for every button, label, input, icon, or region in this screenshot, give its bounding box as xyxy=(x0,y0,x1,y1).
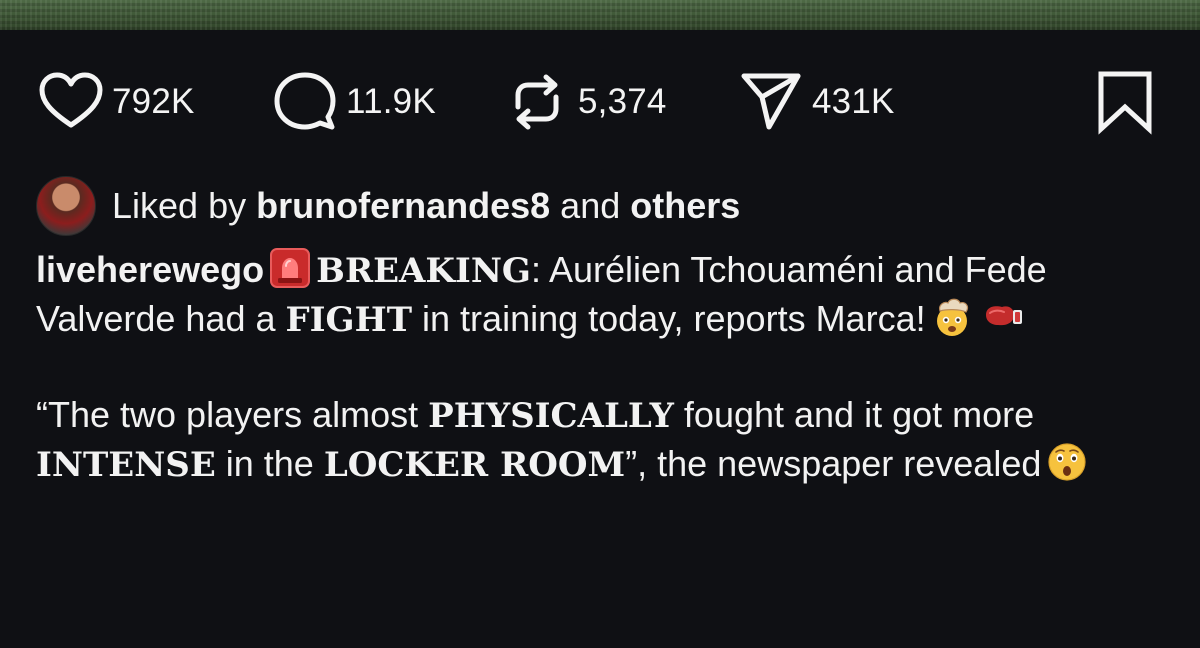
repost-button[interactable]: 5,374 xyxy=(502,66,667,138)
comment-icon xyxy=(274,72,336,130)
liked-by-prefix: Liked by xyxy=(112,185,247,226)
quote-locker-room-label: LOCKER ROOM xyxy=(323,445,626,485)
caption-username-link[interactable]: liveherewego xyxy=(36,249,264,290)
caption-paragraph-2: “The two players almost PHYSICALLY fough… xyxy=(36,391,1166,489)
quote-text-3: in the xyxy=(215,443,324,484)
boxing-glove-emoji-icon xyxy=(982,295,1026,339)
quote-text-2: fought and it got more xyxy=(673,394,1035,435)
caption-paragraph-1: liveherewego BREAKING: Aurélien Tchouamé… xyxy=(36,246,1166,344)
caption-fight-label: FIGHT xyxy=(285,300,413,340)
share-icon xyxy=(741,73,801,130)
liked-by-row: Liked by brunofernandes8 and others xyxy=(36,176,740,236)
post-caption: liveherewego BREAKING: Aurélien Tchouamé… xyxy=(36,246,1166,489)
siren-emoji-icon xyxy=(268,246,312,290)
post-image-edge xyxy=(0,0,1200,30)
liked-by-user-link[interactable]: brunofernandes8 xyxy=(256,185,550,227)
heart-icon xyxy=(39,72,103,128)
quote-text-1: “The two players almost xyxy=(36,394,429,435)
comment-count: 11.9K xyxy=(346,82,436,121)
quote-text-4: ”, the newspaper revealed xyxy=(625,443,1042,484)
save-button[interactable] xyxy=(1090,66,1160,138)
exploding-head-emoji-icon xyxy=(930,295,974,339)
comment-button[interactable]: 11.9K xyxy=(270,66,436,138)
quote-intense-label: INTENSE xyxy=(36,445,216,485)
share-count: 431K xyxy=(812,82,895,121)
like-button[interactable]: 792K xyxy=(36,66,195,138)
caption-text-2: in training today, reports Marca! xyxy=(412,298,926,339)
repost-count: 5,374 xyxy=(578,82,667,121)
quote-physically-label: PHYSICALLY xyxy=(428,396,674,436)
like-count: 792K xyxy=(112,82,195,121)
liker-avatar[interactable] xyxy=(36,176,96,236)
liked-by-and: and xyxy=(560,185,621,226)
liked-by-others-link[interactable]: others xyxy=(630,185,740,227)
share-button[interactable]: 431K xyxy=(736,66,895,138)
bookmark-icon xyxy=(1098,71,1152,135)
action-bar: 792K 11.9K 5,374 431K xyxy=(36,66,1160,138)
caption-breaking-label: BREAKING xyxy=(316,251,531,291)
astonished-face-emoji-icon xyxy=(1045,440,1089,484)
repost-icon xyxy=(515,74,559,130)
